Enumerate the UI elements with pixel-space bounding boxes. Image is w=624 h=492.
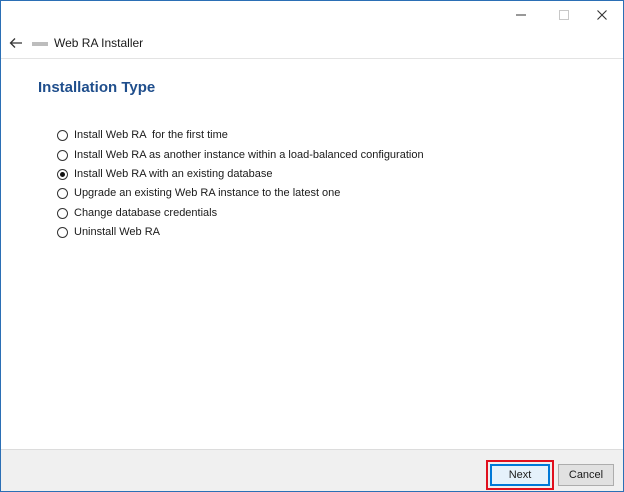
minimize-button[interactable] — [501, 1, 541, 29]
window-title: Web RA Installer — [54, 36, 144, 50]
option-label: Upgrade an existing Web RA instance to t… — [74, 187, 341, 200]
app-logo — [32, 40, 48, 48]
maximize-icon — [559, 10, 569, 20]
minimize-icon — [516, 14, 526, 16]
option-load-balanced[interactable]: Install Web RA as another instance withi… — [57, 145, 424, 164]
maximize-button[interactable] — [544, 1, 584, 29]
option-first-time[interactable]: Install Web RA for the first time — [57, 126, 424, 145]
installer-window: Web RA Installer Installation Type Insta… — [0, 0, 624, 492]
option-change-credentials[interactable]: Change database credentials — [57, 204, 424, 223]
cancel-button[interactable]: Cancel — [558, 464, 614, 486]
option-label: Install Web RA with an existing database — [74, 167, 273, 180]
installation-type-options: Install Web RA for the first time Instal… — [57, 126, 424, 242]
page-title: Installation Type — [38, 79, 156, 96]
option-label: Install Web RA as another instance withi… — [74, 148, 424, 161]
close-icon — [597, 10, 607, 20]
radio-button[interactable] — [57, 130, 68, 142]
option-uninstall[interactable]: Uninstall Web RA — [57, 223, 424, 242]
option-label: Uninstall Web RA — [74, 226, 160, 239]
app-logo-icon — [32, 42, 48, 46]
radio-button-checked[interactable] — [57, 168, 68, 180]
footer-bar: Next Cancel — [1, 449, 623, 491]
radio-button[interactable] — [57, 227, 68, 239]
arrow-left-icon — [9, 38, 22, 48]
next-button[interactable]: Next — [490, 464, 550, 486]
radio-button[interactable] — [57, 188, 68, 200]
radio-button[interactable] — [57, 149, 68, 161]
option-label: Install Web RA for the first time — [74, 129, 228, 142]
back-button[interactable] — [5, 33, 27, 53]
radio-button[interactable] — [57, 207, 68, 219]
option-label: Change database credentials — [74, 206, 218, 219]
title-bar: Web RA Installer — [1, 1, 623, 57]
close-button[interactable] — [582, 1, 622, 29]
option-upgrade[interactable]: Upgrade an existing Web RA instance to t… — [57, 184, 424, 203]
option-existing-database[interactable]: Install Web RA with an existing database — [57, 165, 424, 184]
main-content: Installation Type Install Web RA for the… — [1, 59, 623, 449]
